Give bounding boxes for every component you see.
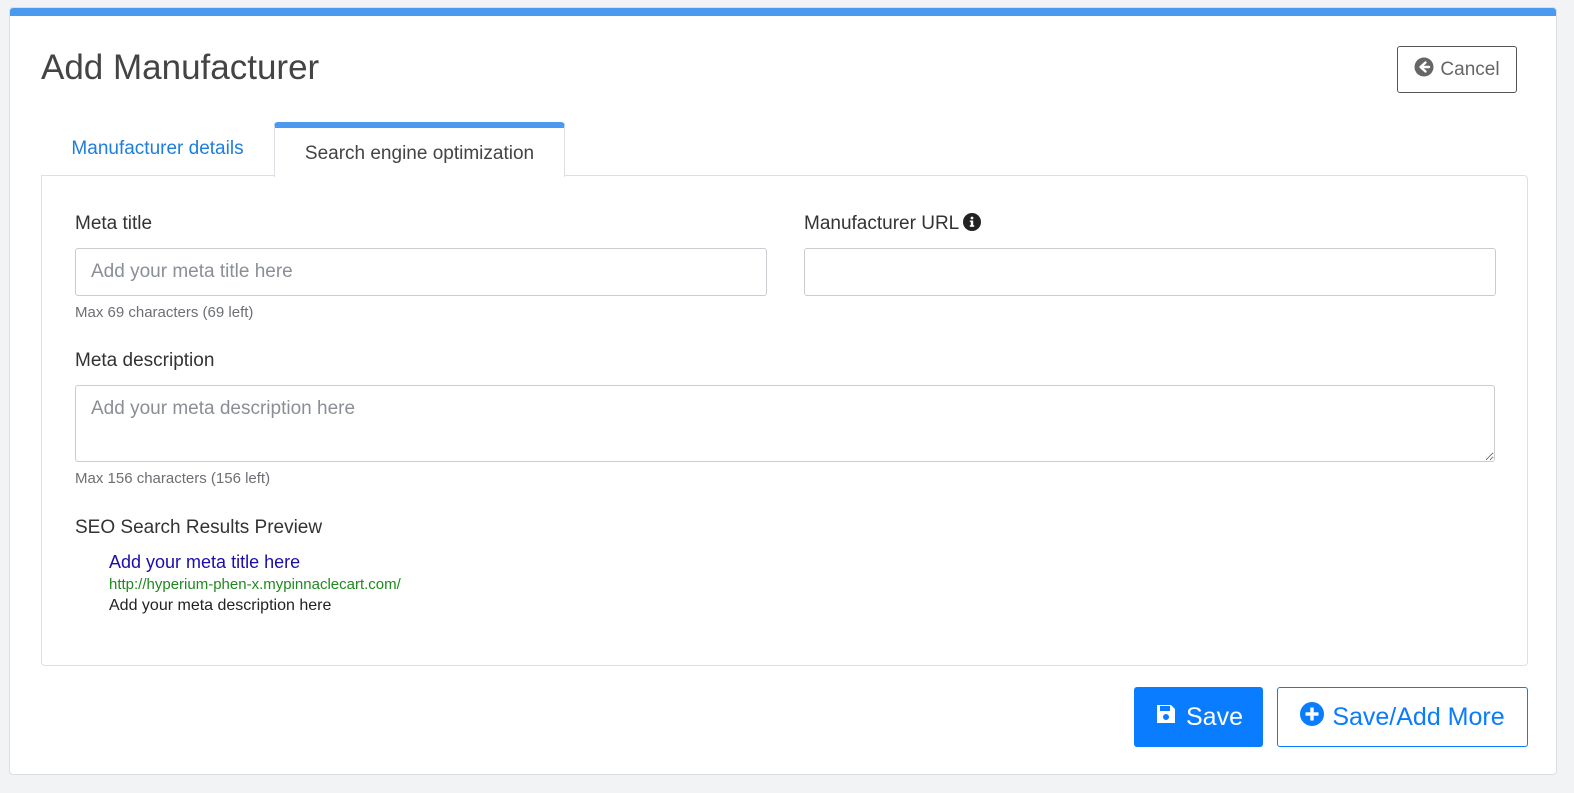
floppy-disk-icon [1154, 702, 1178, 733]
seo-preview-heading: SEO Search Results Preview [75, 517, 323, 538]
page-title: Add Manufacturer [41, 48, 320, 87]
plus-circle-icon [1300, 701, 1325, 733]
manufacturer-url-label-group: Manufacturer URL [804, 213, 982, 235]
seo-preview-title: Add your meta title here [109, 552, 301, 572]
meta-title-label: Meta title [75, 213, 153, 234]
tab-manufacturer-details[interactable]: Manufacturer details [41, 122, 274, 176]
arrow-circle-left-icon [1414, 57, 1434, 83]
meta-title-input[interactable] [75, 248, 767, 296]
save-label: Save [1186, 702, 1243, 731]
cancel-button[interactable]: Cancel [1397, 46, 1517, 93]
cancel-label: Cancel [1440, 58, 1500, 80]
save-add-more-button[interactable]: Save/Add More [1277, 687, 1528, 747]
save-add-more-label: Save/Add More [1332, 702, 1505, 731]
manufacturer-url-label: Manufacturer URL [804, 213, 960, 234]
top-accent-bar [10, 8, 1556, 16]
meta-description-textarea[interactable] [75, 385, 1495, 462]
seo-preview-description: Add your meta description here [109, 597, 332, 614]
tab-search-engine-optimization[interactable]: Search engine optimization [274, 122, 565, 177]
save-button[interactable]: Save [1134, 687, 1263, 747]
info-circle-icon[interactable] [963, 213, 982, 231]
add-manufacturer-card: Add Manufacturer Cancel Manufacturer det… [9, 7, 1557, 775]
meta-title-hint: Max 69 characters (69 left) [75, 304, 254, 321]
meta-description-hint: Max 156 characters (156 left) [75, 470, 271, 487]
seo-preview-url: http://hyperium-phen-x.mypinnaclecart.co… [109, 576, 401, 593]
seo-tab-panel: Meta title Max 69 characters (69 left) M… [41, 175, 1528, 666]
meta-description-label: Meta description [75, 350, 215, 371]
manufacturer-url-input[interactable] [804, 248, 1496, 296]
